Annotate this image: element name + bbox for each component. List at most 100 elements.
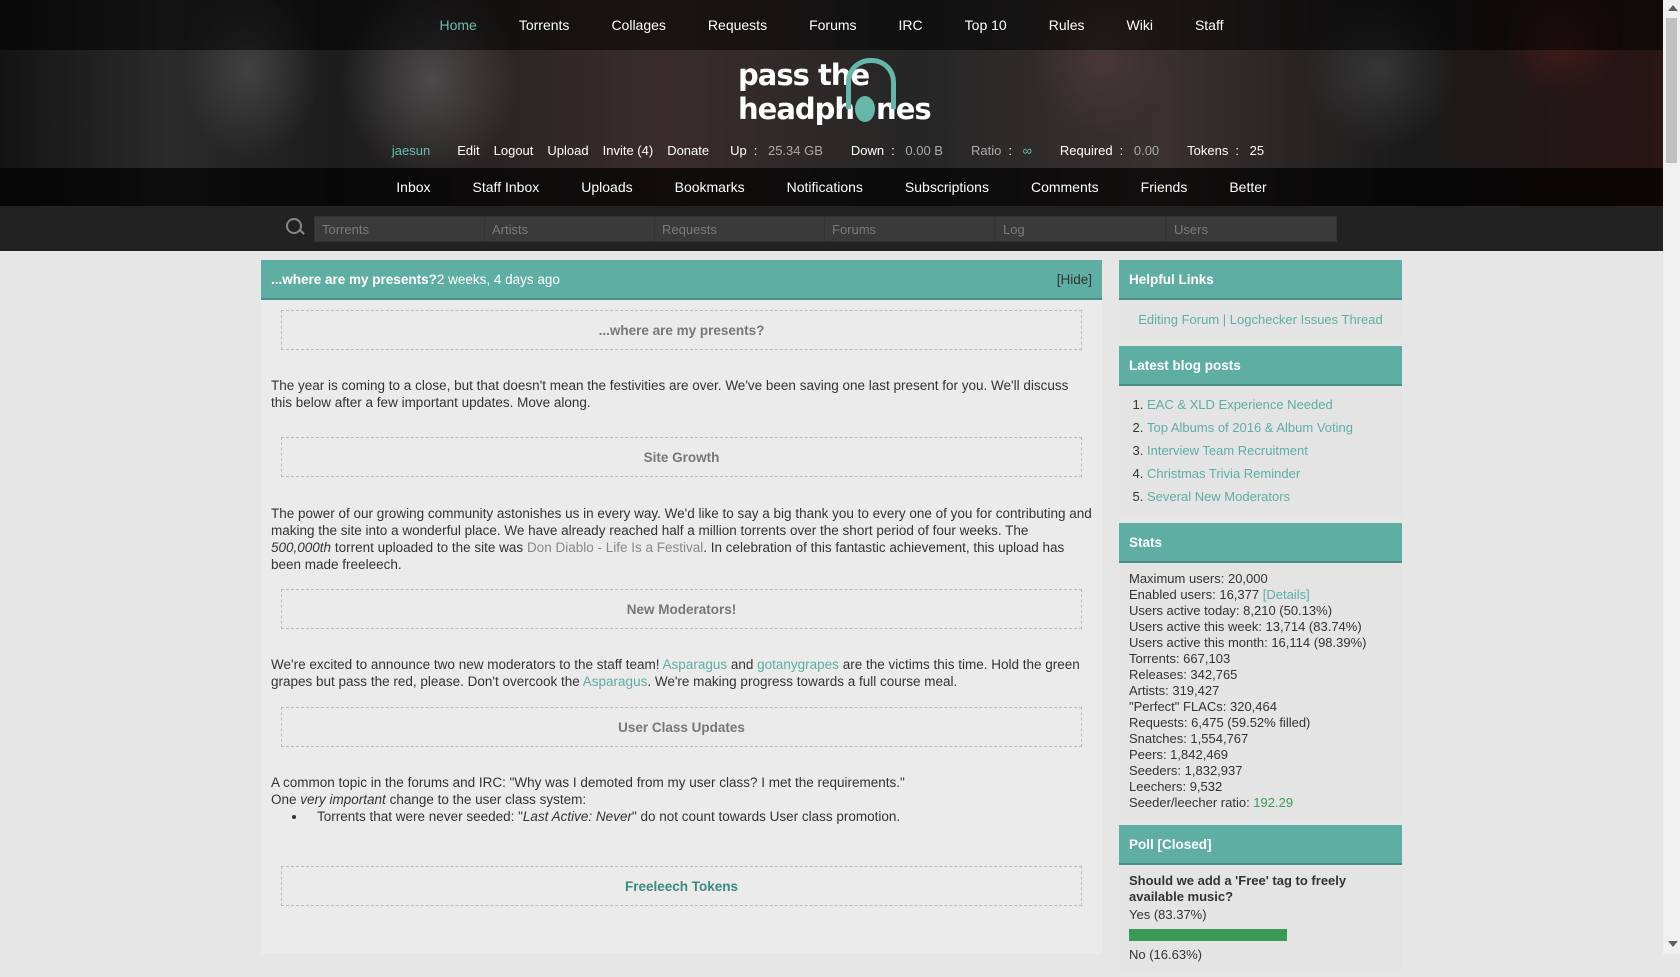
logout-link[interactable]: Logout [494,143,534,158]
stat-line: Snatches: 1,554,767 [1129,731,1249,746]
subnav-inbox[interactable]: Inbox [396,179,430,195]
box-title: Helpful Links [1119,260,1402,300]
nav-home[interactable]: Home [440,17,477,33]
stat-line: Seeder/leecher ratio: 192.29 [1129,795,1294,810]
stat-line: Artists: 319,427 [1129,683,1220,698]
search-torrents-input[interactable] [314,216,485,242]
scroll-up-arrow-icon[interactable] [1668,5,1678,11]
helpful-links-box: Helpful Links Editing Forum | Logchecker… [1119,260,1402,340]
invite-link[interactable]: Invite (4) [603,143,654,158]
subnav-friends[interactable]: Friends [1141,179,1188,195]
box-title: Stats [1119,523,1402,563]
blog-link[interactable]: EAC & XLD Experience Needed [1147,397,1333,412]
stat-line: Users active today: 8,210 (50.13%) [1129,603,1333,618]
nav-wiki[interactable]: Wiki [1127,17,1153,33]
news-paragraph: A common topic in the forums and IRC: "W… [271,774,1092,825]
blog-box: Latest blog posts EAC & XLD Experience N… [1119,346,1402,517]
search-artists-input[interactable] [484,216,655,242]
list-item: Torrents that were never seeded: "Last A… [307,808,1092,825]
subnav-staff-inbox[interactable]: Staff Inbox [473,179,540,195]
hide-news-button[interactable]: [Hide] [1057,272,1092,287]
nav-staff[interactable]: Staff [1195,17,1224,33]
news-header: ...where are my presents? 2 weeks, 4 day… [261,260,1102,300]
list: Torrents that were never seeded: "Last A… [271,808,1092,825]
stat-line: Requests: 6,475 (59.52% filled) [1129,715,1311,730]
nav-forums[interactable]: Forums [809,17,856,33]
user-info-bar: jaesun Edit Logout Upload Invite (4) Don… [0,139,1663,161]
nav-requests[interactable]: Requests [708,17,767,33]
box-title: Latest blog posts [1119,346,1402,386]
main-nav: Home Torrents Collages Requests Forums I… [0,0,1663,50]
news-panel: ...where are my presents? 2 weeks, 4 day… [261,260,1102,954]
nav-top10[interactable]: Top 10 [965,17,1007,33]
blog-link[interactable]: Top Albums of 2016 & Album Voting [1147,420,1353,435]
site-logo[interactable]: pass the headph nes [738,58,932,132]
search-forums-input[interactable] [824,216,995,242]
logo-line2: headph nes [738,92,932,126]
section-heading: User Class Updates [281,707,1082,747]
search-users-input[interactable] [1166,216,1337,242]
list-item: Top Albums of 2016 & Album Voting [1147,417,1392,440]
stat-line: Seeders: 1,832,937 [1129,763,1243,778]
donate-link[interactable]: Donate [667,143,709,158]
news-paragraph: The power of our growing community aston… [271,506,1092,572]
nav-collages[interactable]: Collages [611,17,665,33]
poll-option-yes: Yes (83.37%) [1129,907,1207,922]
stat-line: Maximum users: 20,000 [1129,571,1268,586]
subnav-comments[interactable]: Comments [1031,179,1099,195]
blog-link[interactable]: Christmas Trivia Reminder [1147,466,1300,481]
user-link-gotanygrapes[interactable]: gotanygrapes [757,657,839,672]
scrollbar-thumb[interactable] [1666,18,1677,163]
blog-link[interactable]: Several New Moderators [1147,489,1290,504]
subnav-notifications[interactable]: Notifications [787,179,863,195]
subnav-bookmarks[interactable]: Bookmarks [675,179,745,195]
sidebar: Helpful Links Editing Forum | Logchecker… [1119,260,1402,977]
subnav-better[interactable]: Better [1229,179,1266,195]
stat-line: Users active this month: 16,114 (98.39%) [1129,635,1367,650]
user-link-asparagus[interactable]: Asparagus [663,657,728,672]
box-title: Poll [Closed] [1119,825,1402,865]
stat-line: Enabled users: 16,377 [Details] [1129,587,1310,602]
search-icon [286,218,302,234]
news-paragraph: The year is coming to a close, but that … [271,378,1069,410]
scroll-down-arrow-icon[interactable] [1668,941,1678,947]
list-item: EAC & XLD Experience Needed [1147,394,1392,417]
stat-ratio: Ratio: ∞ [970,142,1032,158]
torrent-link[interactable]: Don Diablo - Life Is a Festival [527,540,703,555]
list-item: Interview Team Recruitment [1147,440,1392,463]
news-title[interactable]: ...where are my presents? [271,272,437,287]
poll-option-no: No (16.63%) [1129,947,1202,962]
poll-question: Should we add a 'Free' tag to freely ava… [1129,873,1347,904]
stats-box: Stats Maximum users: 20,000 Enabled user… [1119,523,1402,819]
nav-torrents[interactable]: Torrents [519,17,570,33]
stat-line: "Perfect" FLACs: 320,464 [1129,699,1277,714]
site-header: Home Torrents Collages Requests Forums I… [0,0,1663,251]
stat-tokens: Tokens: 25 [1187,142,1265,158]
nav-rules[interactable]: Rules [1049,17,1085,33]
stat-line: Leechers: 9,532 [1129,779,1223,794]
stat-line: Users active this week: 13,714 (83.74%) [1129,619,1362,634]
list-item: Several New Moderators [1147,486,1392,509]
stats-details-link[interactable]: [Details] [1263,587,1310,602]
blog-link[interactable]: Interview Team Recruitment [1147,443,1308,458]
username-link[interactable]: jaesun [392,143,430,158]
stat-up: Up: 25.34 GB [730,142,823,158]
section-heading-link[interactable]: Freeleech Tokens [281,866,1082,906]
stat-line: Peers: 1,842,469 [1129,747,1229,762]
poll-bar-yes [1129,929,1288,941]
nav-irc[interactable]: IRC [899,17,923,33]
stat-line: Releases: 342,765 [1129,667,1238,682]
user-nav: Inbox Staff Inbox Uploads Bookmarks Noti… [0,168,1663,206]
search-log-input[interactable] [995,216,1166,242]
search-requests-input[interactable] [654,216,825,242]
section-heading: New Moderators! [281,589,1082,629]
subnav-uploads[interactable]: Uploads [581,179,632,195]
edit-link[interactable]: Edit [457,143,479,158]
user-link-asparagus[interactable]: Asparagus [583,674,648,689]
stat-down: Down: 0.00 B [850,142,943,158]
section-heading: ...where are my presents? [281,310,1082,350]
helpful-link[interactable]: Editing Forum | Logchecker Issues Thread [1138,312,1382,327]
headphones-icon [846,58,896,109]
subnav-subscriptions[interactable]: Subscriptions [905,179,989,195]
upload-link[interactable]: Upload [547,143,588,158]
